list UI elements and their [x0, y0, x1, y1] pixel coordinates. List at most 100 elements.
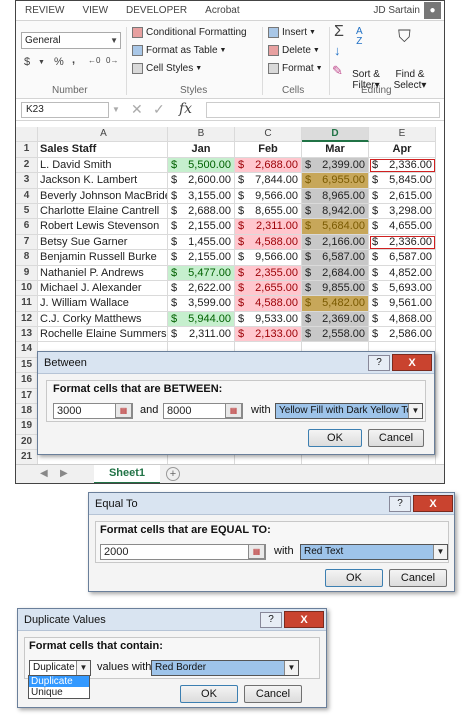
staff-name-cell[interactable]: Charlotte Elaine Cantrell: [38, 203, 168, 220]
formula-input[interactable]: [206, 102, 440, 118]
amount-cell-apr[interactable]: $4,868.00: [369, 311, 436, 328]
amount-cell-apr[interactable]: $5,845.00: [369, 173, 436, 189]
chevron-down-icon[interactable]: ▼: [38, 59, 45, 66]
row-header[interactable]: 4: [16, 188, 38, 204]
amount-cell-feb[interactable]: $2,655.00: [235, 280, 302, 297]
column-header-b[interactable]: B: [168, 127, 235, 143]
amount-cell-jan[interactable]: $3,599.00: [168, 296, 235, 312]
increase-decimal-icon[interactable]: ←0: [88, 56, 100, 65]
range-selector-icon[interactable]: ▦: [115, 403, 132, 418]
staff-name-cell[interactable]: Beverly Johnson MacBride: [38, 188, 168, 204]
amount-cell-mar[interactable]: $6,955.00: [302, 173, 369, 189]
cancel-button[interactable]: Cancel: [244, 685, 302, 703]
avatar[interactable]: ●: [424, 2, 441, 19]
clear-eraser-icon[interactable]: ✎: [332, 63, 343, 79]
header-sales-staff[interactable]: Sales Staff: [38, 142, 168, 158]
amount-cell-mar[interactable]: $8,965.00: [302, 188, 369, 204]
amount-cell-jan[interactable]: $2,155.00: [168, 219, 235, 235]
amount-cell-jan[interactable]: $3,155.00: [168, 188, 235, 204]
duplicate-type-dropdown[interactable]: Duplicate ▼: [29, 660, 91, 676]
amount-cell-feb[interactable]: $9,566.00: [235, 188, 302, 204]
staff-name-cell[interactable]: Nathaniel P. Andrews: [38, 265, 168, 281]
amount-cell-apr[interactable]: $5,693.00: [369, 280, 436, 297]
amount-cell-mar[interactable]: $8,942.00: [302, 203, 369, 220]
close-button[interactable]: X: [413, 495, 453, 512]
amount-cell-jan[interactable]: $2,688.00: [168, 203, 235, 220]
ok-button[interactable]: OK: [180, 685, 238, 703]
select-all-corner[interactable]: [16, 127, 38, 143]
amount-cell-feb[interactable]: $2,311.00: [235, 219, 302, 235]
amount-cell-jan[interactable]: $5,944.00: [168, 311, 235, 328]
help-button[interactable]: ?: [260, 612, 282, 628]
amount-cell-apr[interactable]: $4,852.00: [369, 265, 436, 281]
ok-button[interactable]: OK: [308, 429, 362, 447]
amount-cell-apr[interactable]: $9,561.00: [369, 296, 436, 312]
amount-cell-mar[interactable]: $2,684.00: [302, 265, 369, 281]
amount-cell-apr[interactable]: $2,586.00: [369, 327, 436, 343]
amount-cell-mar[interactable]: $6,587.00: [302, 250, 369, 266]
option-unique[interactable]: Unique: [29, 687, 89, 698]
equal-value-input[interactable]: 2000: [100, 544, 266, 560]
amount-cell-jan[interactable]: $1,455.00: [168, 234, 235, 251]
help-button[interactable]: ?: [389, 496, 411, 512]
amount-cell-mar[interactable]: $2,399.00: [302, 157, 369, 174]
sort-filter-icon[interactable]: AZ: [356, 27, 363, 47]
amount-cell-mar[interactable]: $2,558.00: [302, 327, 369, 343]
amount-cell-feb[interactable]: $4,588.00: [235, 234, 302, 251]
ok-button[interactable]: OK: [325, 569, 383, 587]
percent-button[interactable]: %: [54, 56, 64, 68]
autosum-icon[interactable]: Σ: [334, 23, 344, 41]
format-style-dropdown[interactable]: Red Border ▼: [151, 660, 299, 676]
amount-cell-apr[interactable]: $6,587.00: [369, 250, 436, 266]
row-header[interactable]: 19: [16, 419, 38, 435]
cancel-entry-icon[interactable]: ✕: [131, 101, 143, 118]
row-header[interactable]: 14: [16, 342, 38, 358]
conditional-formatting-button[interactable]: Conditional Formatting: [132, 27, 247, 38]
amount-cell-jan[interactable]: $2,311.00: [168, 327, 235, 343]
format-style-dropdown[interactable]: Red Text ▼: [300, 544, 448, 560]
comma-button[interactable]: ,: [72, 54, 75, 66]
row-header[interactable]: 10: [16, 280, 38, 297]
tab-acrobat[interactable]: Acrobat: [196, 5, 248, 16]
amount-cell-feb[interactable]: $9,533.00: [235, 311, 302, 328]
format-button[interactable]: Format ▼: [268, 63, 323, 74]
binoculars-icon[interactable]: ⛉: [398, 27, 411, 47]
row-header[interactable]: 5: [16, 203, 38, 220]
amount-cell-feb[interactable]: $9,566.00: [235, 250, 302, 266]
column-header-d[interactable]: D: [302, 127, 369, 143]
insert-function-button[interactable]: fx: [179, 101, 192, 117]
tab-developer[interactable]: DEVELOPER: [117, 5, 196, 16]
row-header[interactable]: 18: [16, 404, 38, 420]
amount-cell-jan[interactable]: $2,622.00: [168, 280, 235, 297]
staff-name-cell[interactable]: Rochelle Elaine Summers: [38, 327, 168, 343]
amount-cell-apr[interactable]: $2,336.00: [369, 234, 436, 251]
amount-cell-feb[interactable]: $4,588.00: [235, 296, 302, 312]
close-button[interactable]: X: [392, 354, 432, 371]
cancel-button[interactable]: Cancel: [389, 569, 447, 587]
amount-cell-jan[interactable]: $5,477.00: [168, 265, 235, 281]
amount-cell-apr[interactable]: $2,615.00: [369, 188, 436, 204]
staff-name-cell[interactable]: C.J. Corky Matthews: [38, 311, 168, 328]
amount-cell-feb[interactable]: $2,133.00: [235, 327, 302, 343]
row-header[interactable]: 13: [16, 327, 38, 343]
help-button[interactable]: ?: [368, 355, 390, 371]
delete-button[interactable]: Delete ▼: [268, 45, 320, 56]
cell-styles-button[interactable]: Cell Styles ▼: [132, 63, 202, 74]
column-header-e[interactable]: E: [369, 127, 436, 143]
row-header[interactable]: 15: [16, 357, 38, 374]
header-mar[interactable]: Mar: [302, 142, 369, 158]
staff-name-cell[interactable]: Jackson K. Lambert: [38, 173, 168, 189]
chevron-down-icon[interactable]: ▼: [112, 105, 120, 114]
header-apr[interactable]: Apr: [369, 142, 436, 158]
sheet-tab-sheet1[interactable]: Sheet1: [94, 465, 160, 483]
amount-cell-jan[interactable]: $2,600.00: [168, 173, 235, 189]
row-header[interactable]: 1: [16, 142, 38, 158]
staff-name-cell[interactable]: J. William Wallace: [38, 296, 168, 312]
row-header[interactable]: 9: [16, 265, 38, 281]
header-jan[interactable]: Jan: [168, 142, 235, 158]
amount-cell-feb[interactable]: $2,688.00: [235, 157, 302, 174]
add-sheet-icon[interactable]: +: [166, 467, 180, 481]
number-format-dropdown[interactable]: General ▼: [21, 32, 121, 49]
fill-icon[interactable]: ↓: [334, 43, 341, 58]
column-header-c[interactable]: C: [235, 127, 302, 143]
